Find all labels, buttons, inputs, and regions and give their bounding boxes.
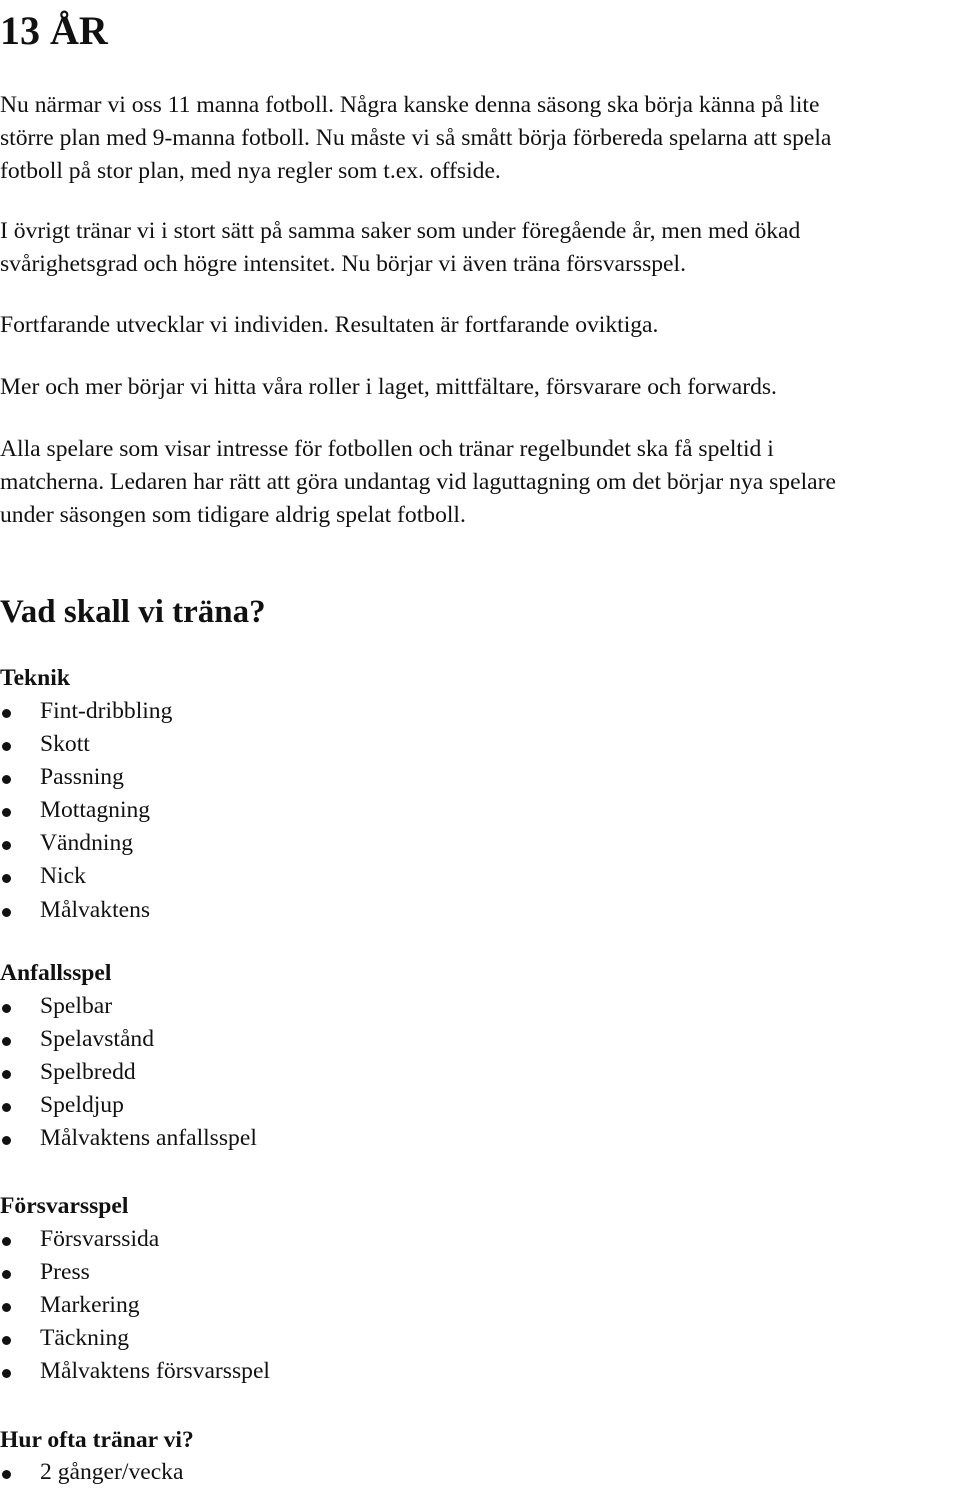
bullet-icon: [2, 742, 11, 752]
list-item-text: Press: [40, 1259, 90, 1286]
list-item-text: 2 gånger/vecka: [40, 1459, 184, 1485]
intro-paragraph-2: I övrigt tränar vi i stort sätt på samma…: [0, 215, 960, 281]
paragraph-line: matcherna. Ledaren har rätt att göra und…: [0, 469, 836, 495]
list-item-text: Målvaktens: [40, 896, 151, 923]
bullet-icon: [2, 1136, 11, 1146]
bullet-icon: [2, 841, 11, 851]
group-heading-frequency: Hur ofta tränar vi?: [0, 1427, 194, 1453]
intro-paragraph-1: Nu närmar vi oss 11 manna fotboll. Några…: [0, 89, 960, 188]
list-item-text: Spelbar: [40, 993, 113, 1019]
paragraph-line: Alla spelare som visar intresse för fotb…: [0, 436, 774, 462]
list-item-text: Täckning: [40, 1325, 130, 1352]
bullet-icon: [2, 1103, 11, 1113]
bullet-icon: [2, 1004, 11, 1013]
paragraph-line: Mer och mer börjar vi hitta våra roller …: [0, 374, 777, 400]
group-heading-teknik: Teknik: [0, 665, 70, 691]
list-item-text: Spelavstånd: [40, 1026, 155, 1053]
paragraph-line: under säsongen som tidigare aldrig spela…: [0, 502, 466, 528]
list-item-text: Skott: [40, 731, 90, 758]
bullet-icon: [2, 1303, 11, 1313]
bullet-icon: [2, 1336, 11, 1346]
bullet-icon: [2, 1037, 11, 1047]
intro-paragraph-3: Fortfarande utvecklar vi individen. Resu…: [0, 309, 960, 342]
list-item-text: Fint-dribbling: [40, 698, 173, 724]
paragraph-line: svårighetsgrad och högre intensitet. Nu …: [0, 251, 686, 277]
paragraph-line: större plan med 9-manna fotboll. Nu måst…: [0, 125, 832, 151]
bullet-icon: [2, 709, 11, 718]
bullet-icon: [2, 907, 11, 917]
page-title: 13 ÅR: [0, 8, 108, 53]
list-item-text: Målvaktens anfallsspel: [40, 1125, 257, 1152]
bullet-icon: [2, 1369, 11, 1379]
paragraph-line: I övrigt tränar vi i stort sätt på samma…: [0, 218, 801, 244]
list-item-text: Passning: [40, 764, 124, 791]
bullet-icon: [2, 808, 11, 818]
group-heading-forsvarsspel: Försvarsspel: [0, 1193, 129, 1219]
intro-paragraph-5: Alla spelare som visar intresse för fotb…: [0, 433, 960, 532]
paragraph-line: fotboll på stor plan, med nya regler som…: [0, 158, 501, 184]
bullet-icon: [2, 1470, 11, 1479]
list-item-text: Försvarssida: [40, 1226, 160, 1252]
paragraph-line: Nu närmar vi oss 11 manna fotboll. Några…: [0, 92, 820, 118]
list-item-text: Spelbredd: [40, 1059, 136, 1086]
list-item-text: Vändning: [40, 830, 134, 857]
paragraph-line: Fortfarande utvecklar vi individen. Resu…: [0, 312, 659, 338]
bullet-icon: [2, 1070, 11, 1080]
bullet-icon: [2, 1237, 11, 1246]
list-item-text: Målvaktens försvarsspel: [40, 1358, 270, 1385]
intro-paragraph-4: Mer och mer börjar vi hitta våra roller …: [0, 371, 960, 404]
list-item-text: Markering: [40, 1292, 140, 1319]
bullet-icon: [2, 775, 11, 785]
list-item-text: Mottagning: [40, 797, 151, 824]
bullet-icon: [2, 1270, 11, 1280]
list-item-text: Speldjup: [40, 1092, 124, 1119]
bullet-icon: [2, 874, 11, 884]
list-item-text: Nick: [40, 863, 86, 890]
section-heading-training: Vad skall vi träna?: [0, 594, 266, 630]
group-heading-anfallsspel: Anfallsspel: [0, 960, 112, 986]
